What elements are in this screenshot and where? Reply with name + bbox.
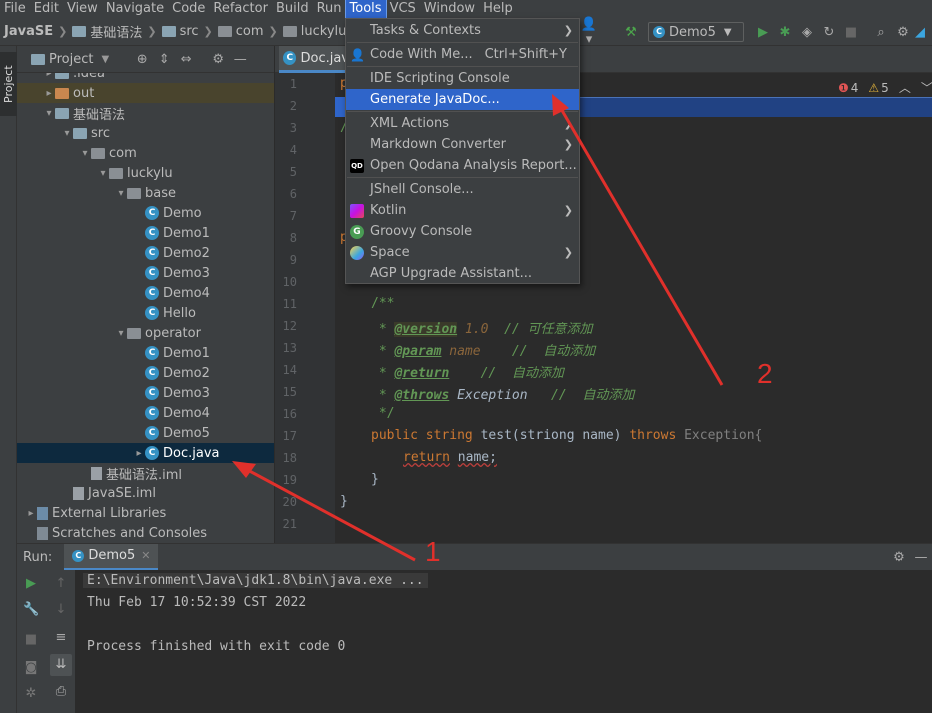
arrowhead-icon xyxy=(232,461,256,478)
annotation-label-1: 1 xyxy=(425,536,441,567)
annotation-arrow-2 xyxy=(558,106,724,386)
annotation-overlay xyxy=(232,94,724,562)
annotation-arrow-1 xyxy=(243,466,416,562)
annotation-label-2: 2 xyxy=(757,358,773,389)
arrowhead-icon xyxy=(552,94,569,116)
